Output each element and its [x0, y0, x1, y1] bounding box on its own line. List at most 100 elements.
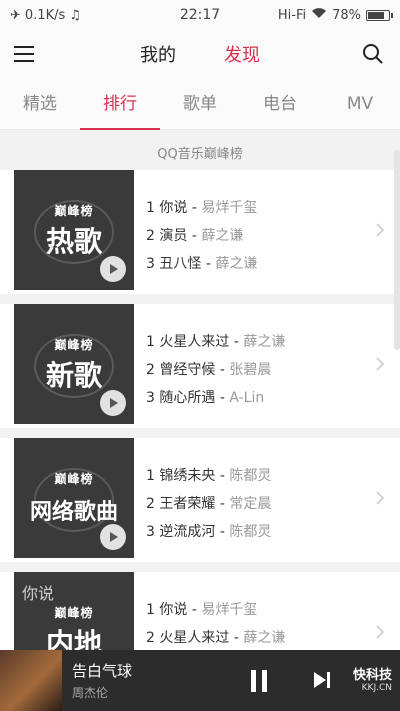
pause-bar	[262, 670, 267, 692]
track-artist: 张碧晨	[229, 362, 272, 378]
cover-title: 网络歌曲	[29, 500, 118, 525]
chart-card-network[interactable]: 巅峰榜 网络歌曲 1 锦绣未央 - 陈都灵 2 王者荣耀 - 常定晨 3 逆流成…	[0, 438, 400, 562]
track-title: 随心所遇	[159, 390, 216, 406]
track-row: 1 锦绣未央 - 陈都灵	[146, 468, 272, 484]
track-title: 丑八怪	[159, 256, 202, 272]
track-artist: 陈都灵	[229, 468, 272, 484]
track-title: 曾经守候	[159, 362, 216, 378]
chart-card-mainland[interactable]: 你说 巅峰榜 内地 1 你说 - 易烊千玺 2 火星人来过 - 薛之谦	[0, 572, 400, 650]
chevron-right-icon	[376, 223, 385, 237]
cover-brand: 巅峰榜	[54, 338, 94, 352]
search-icon	[363, 44, 383, 64]
cover-title: 热歌	[45, 225, 102, 258]
track-list: 1 锦绣未央 - 陈都灵 2 王者荣耀 - 常定晨 3 逆流成河 - 陈都灵	[146, 462, 271, 546]
header-tabs: 我的 发现	[140, 41, 260, 67]
cover-brand: 巅峰榜	[54, 472, 94, 486]
tab-radio[interactable]: 电台	[240, 78, 320, 130]
tab-ranking[interactable]: 排行	[80, 78, 160, 130]
chart-cover[interactable]: 巅峰榜 新歌	[14, 304, 134, 424]
track-artist: A-Lin	[229, 390, 265, 406]
track-rank: 1	[146, 334, 155, 350]
scrollbar[interactable]	[394, 150, 400, 350]
track-title: 火星人来过	[159, 334, 230, 350]
play-icon	[110, 398, 118, 408]
cover-brand: 巅峰榜	[54, 204, 94, 218]
cover-text-art: 你说	[22, 584, 55, 603]
track-rank: 2	[146, 496, 155, 512]
tab-featured[interactable]: 精选	[0, 78, 80, 130]
track-artist: 薛之谦	[243, 630, 286, 646]
track-list: 1 你说 - 易烊千玺 2 火星人来过 - 薛之谦	[146, 596, 285, 650]
network-label: Hi-Fi	[277, 7, 307, 23]
hamburger-icon	[14, 46, 34, 48]
track-rank: 3	[146, 524, 155, 540]
track-list: 1 你说 - 易烊千玺 2 演员 - 薛之谦 3 丑八怪 - 薛之谦	[146, 194, 257, 278]
watermark: 快科技 KKJ.CN	[353, 664, 392, 693]
battery-percent: 78%	[332, 7, 361, 23]
track-artist: 易烊千玺	[201, 602, 258, 618]
track-artist: 易烊千玺	[201, 200, 258, 216]
album-art[interactable]	[0, 650, 62, 711]
tab-mine[interactable]: 我的	[140, 41, 176, 67]
track-row: 2 曾经守候 - 张碧晨	[146, 362, 272, 378]
track-title: 王者荣耀	[159, 496, 216, 512]
track-row: 1 火星人来过 - 薛之谦	[146, 334, 286, 350]
skip-next-icon	[314, 672, 330, 688]
track-artist: 薛之谦	[243, 334, 286, 350]
now-playing-title: 告白气球	[72, 662, 133, 680]
track-title: 你说	[159, 200, 188, 216]
tab-discover[interactable]: 发现	[224, 41, 260, 67]
chart-cover[interactable]: 巅峰榜 热歌	[14, 170, 134, 290]
track-rank: 3	[146, 256, 155, 272]
chevron-right-icon	[376, 625, 385, 639]
track-list: 1 火星人来过 - 薛之谦 2 曾经守候 - 张碧晨 3 随心所遇 - A-Li…	[146, 328, 285, 412]
chart-cover[interactable]: 你说 巅峰榜 内地	[14, 572, 134, 650]
track-title: 火星人来过	[159, 630, 230, 646]
tab-playlists[interactable]: 歌单	[160, 78, 240, 130]
track-title: 逆流成河	[159, 524, 216, 540]
track-rank: 1	[146, 602, 155, 618]
battery-icon	[366, 9, 393, 21]
hamburger-line	[14, 60, 34, 62]
watermark-domain: KKJ.CN	[361, 683, 392, 693]
track-row: 2 火星人来过 - 薛之谦	[146, 630, 286, 646]
chart-cover[interactable]: 巅峰榜 网络歌曲	[14, 438, 134, 558]
track-title: 你说	[159, 602, 188, 618]
chart-card-new[interactable]: 巅峰榜 新歌 1 火星人来过 - 薛之谦 2 曾经守候 - 张碧晨 3 随心所遇…	[0, 304, 400, 428]
clock: 22:17	[179, 7, 221, 23]
menu-button[interactable]	[14, 42, 38, 66]
hamburger-line	[14, 53, 34, 55]
track-row: 2 演员 - 薛之谦	[146, 228, 244, 244]
search-button[interactable]	[360, 41, 386, 67]
tab-mv[interactable]: MV	[320, 78, 400, 130]
track-row: 2 王者荣耀 - 常定晨	[146, 496, 272, 512]
track-rank: 1	[146, 468, 155, 484]
play-button[interactable]	[100, 256, 126, 282]
track-title: 演员	[159, 228, 188, 244]
play-button[interactable]	[100, 390, 126, 416]
next-button[interactable]	[312, 670, 332, 690]
track-artist: 常定晨	[229, 496, 272, 512]
top-header: 我的 发现	[0, 30, 400, 78]
play-icon	[110, 264, 118, 274]
airplane-icon: ✈	[10, 7, 21, 23]
music-note-icon: ♫	[69, 7, 81, 23]
track-title: 锦绣未央	[159, 468, 216, 484]
track-rank: 2	[146, 228, 155, 244]
play-button[interactable]	[100, 524, 126, 550]
track-rank: 2	[146, 630, 155, 646]
track-rank: 3	[146, 390, 155, 406]
network-speed: 0.1K/s	[24, 7, 66, 23]
mini-player[interactable]: 告白气球 周杰伦 快科技 KKJ.CN	[0, 650, 400, 711]
track-row: 1 你说 - 易烊千玺	[146, 200, 258, 216]
chevron-right-icon	[376, 357, 385, 371]
track-artist: 薛之谦	[201, 228, 244, 244]
now-playing-artist: 周杰伦	[72, 686, 109, 700]
track-row: 3 随心所遇 - A-Lin	[146, 390, 265, 406]
pause-button[interactable]	[251, 670, 273, 692]
chart-card-hot[interactable]: 巅峰榜 热歌 1 你说 - 易烊千玺 2 演员 - 薛之谦 3 丑八怪 - 薛之…	[0, 170, 400, 294]
cover-title: 内地	[45, 627, 102, 650]
cover-brand: 巅峰榜	[54, 606, 94, 620]
pause-icon	[251, 670, 256, 692]
cover-title: 新歌	[45, 359, 102, 392]
